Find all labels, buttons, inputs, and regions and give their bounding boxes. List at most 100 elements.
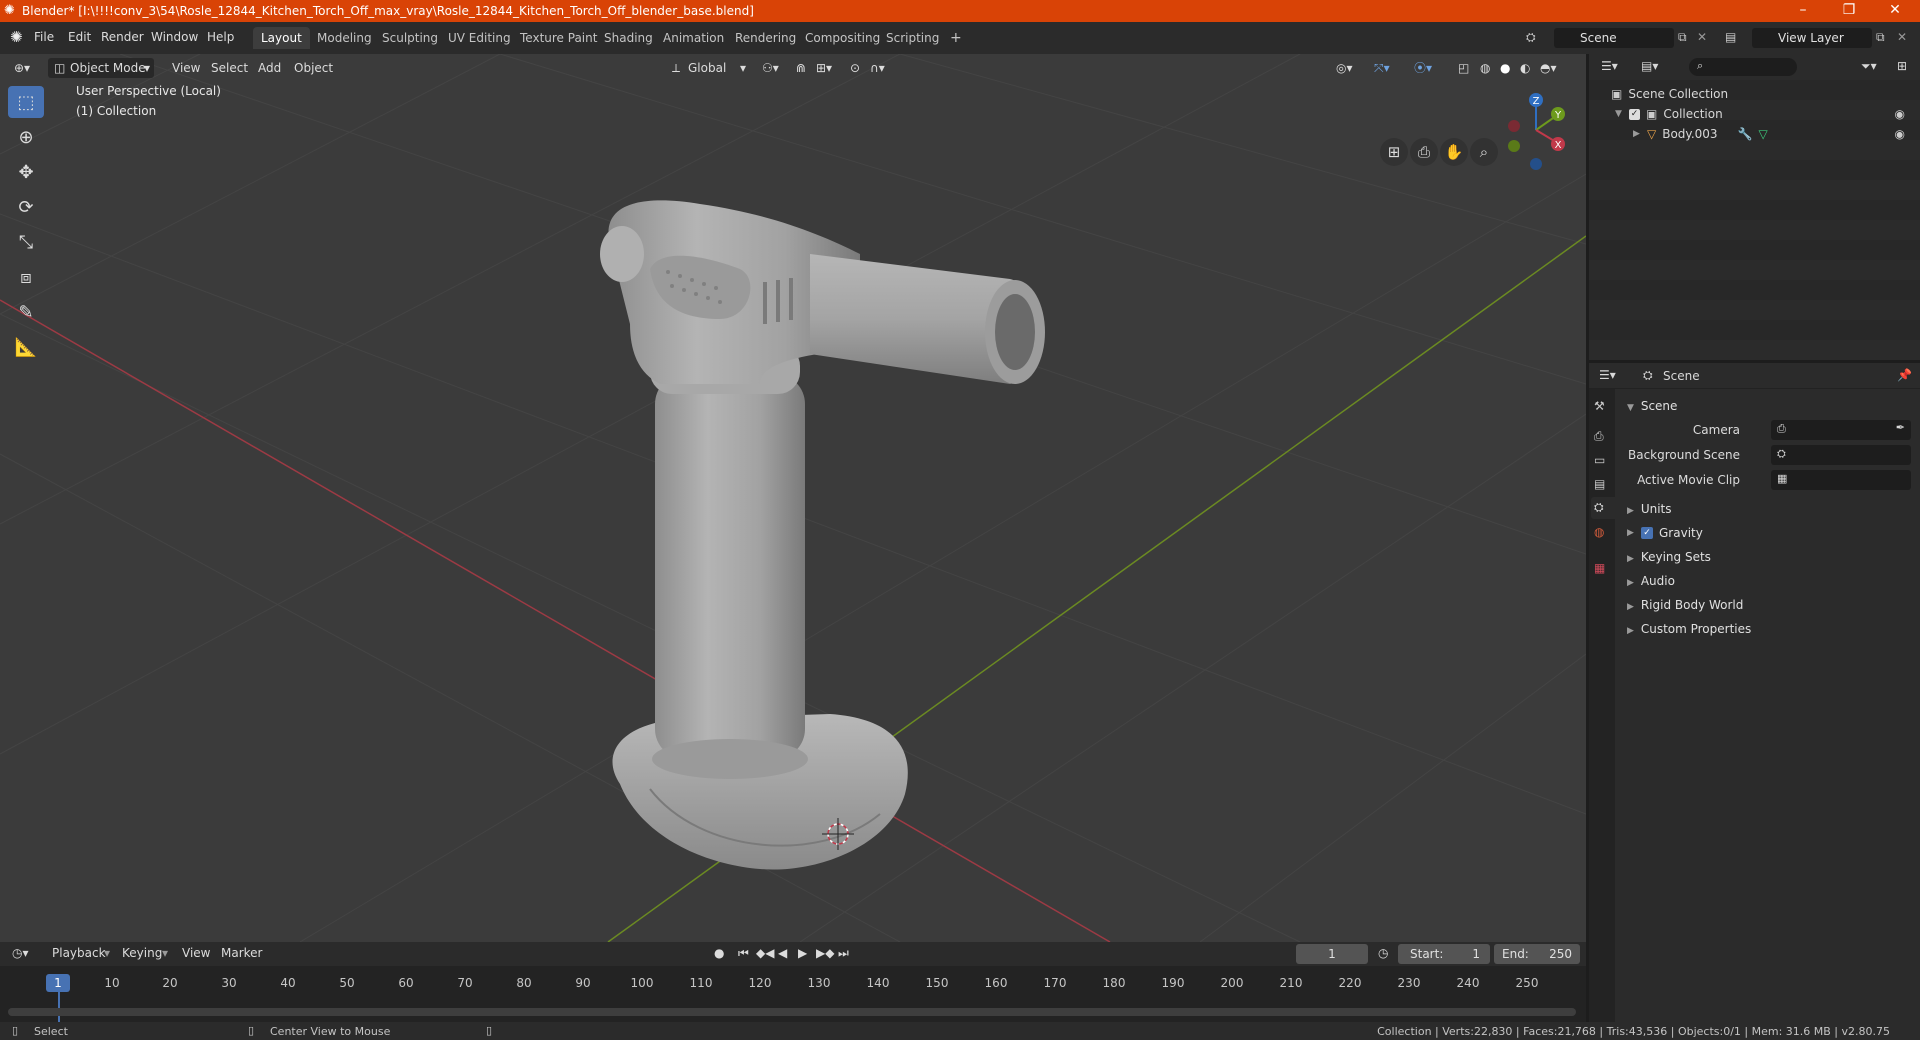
tab-rendering[interactable]: Rendering [727, 27, 804, 49]
close-button[interactable]: ✕ [1872, 0, 1918, 22]
audio-section-header[interactable]: ▶ Audio [1627, 570, 1675, 592]
jump-start-icon[interactable]: ⏮ [738, 946, 749, 961]
viewport-menu-add[interactable]: Add [252, 58, 287, 78]
remove-scene-icon[interactable]: ✕ [1697, 30, 1707, 44]
collection-checkbox[interactable]: ✓ [1629, 108, 1640, 120]
menu-help[interactable]: Help [207, 30, 234, 44]
world-tab-icon[interactable]: ◍ [1594, 525, 1604, 539]
cursor-tool-icon[interactable]: ⊕ [8, 121, 44, 153]
annotate-tool-icon[interactable]: ✎ [8, 296, 44, 328]
tab-texture-paint[interactable]: Texture Paint [512, 27, 605, 49]
preview-range-icon[interactable]: ◷ [1378, 946, 1388, 960]
navigation-gizmo[interactable]: Z Y X [1496, 84, 1576, 174]
timeline-menu-keying[interactable]: Keying [122, 946, 162, 960]
timeline-menu-marker[interactable]: Marker [221, 946, 262, 960]
play-reverse-icon[interactable]: ◀ [778, 946, 787, 960]
units-section-header[interactable]: ▶ Units [1627, 498, 1672, 520]
falloff-icon[interactable]: ∩▾ [864, 58, 891, 78]
xray-icon[interactable]: ◰ [1452, 58, 1475, 78]
snap-icon[interactable]: ⋒ [790, 58, 812, 78]
rotate-tool-icon[interactable]: ⟳ [8, 191, 44, 223]
timeline-editor-type-icon[interactable]: ◷▾ [12, 946, 29, 960]
visibility-icon[interactable]: ◎▾ [1330, 58, 1359, 78]
zoom-view-icon[interactable]: ⌕ [1470, 138, 1498, 166]
texture-tab-icon[interactable]: ▦ [1594, 561, 1605, 575]
filter-icon[interactable]: ⏷▾ [1861, 59, 1877, 74]
menu-file[interactable]: File [34, 30, 54, 44]
tab-sculpting[interactable]: Sculpting [374, 27, 446, 49]
rigid-body-world-section-header[interactable]: ▶ Rigid Body World [1627, 594, 1743, 616]
new-view-layer-icon[interactable]: ⧉ [1876, 30, 1885, 45]
outliner-scene-collection[interactable]: ▣ Scene Collection [1611, 84, 1728, 104]
maximize-button[interactable]: ❐ [1826, 0, 1872, 22]
outliner-search-input[interactable]: ⌕ [1689, 58, 1797, 76]
torch-model[interactable] [600, 200, 1045, 870]
view-layer-tab-icon[interactable]: ▤ [1594, 477, 1605, 491]
gravity-checkbox[interactable]: ✓ [1641, 527, 1653, 539]
keying-sets-section-header[interactable]: ▶ Keying Sets [1627, 546, 1711, 568]
transform-orientation[interactable]: ⟂ Global ▾ [668, 58, 748, 78]
eye-icon[interactable]: ◉ [1895, 107, 1905, 121]
mesh-data-icon[interactable]: ▽ [1759, 127, 1768, 141]
end-frame-field[interactable]: End: 250 [1494, 944, 1580, 964]
view-layer-field[interactable]: View Layer [1752, 28, 1872, 48]
jump-keyframe-forward-icon[interactable]: ▶◆ [816, 946, 834, 960]
play-icon[interactable]: ▶ [798, 946, 807, 960]
new-scene-icon[interactable]: ⧉ [1678, 30, 1687, 45]
record-keyframe-icon[interactable]: ● [714, 946, 724, 960]
tab-animation[interactable]: Animation [655, 27, 732, 49]
timeline-menu-playback[interactable]: Playback [52, 946, 106, 960]
start-frame-field[interactable]: Start: 1 [1398, 944, 1490, 964]
camera-view-icon[interactable]: ⎙ [1410, 138, 1438, 166]
scene-selector-icon[interactable]: ⛭ [1526, 30, 1536, 45]
gravity-section-header[interactable]: ▶ ✓ Gravity [1627, 522, 1703, 544]
view-layer-icon[interactable]: ▤ [1725, 30, 1736, 44]
rendered-shading-icon[interactable]: ◓▾ [1534, 58, 1563, 78]
toggle-camera-grid-icon[interactable]: ⊞ [1380, 138, 1408, 166]
jump-keyframe-back-icon[interactable]: ◆◀ [756, 946, 774, 960]
scale-tool-icon[interactable]: ⤡ [8, 226, 44, 258]
pin-icon[interactable]: 📌 [1897, 368, 1912, 382]
output-tab-icon[interactable]: ▭ [1594, 453, 1605, 467]
scene-section-header[interactable]: ▼ Scene [1627, 395, 1677, 417]
timeline-menu-view[interactable]: View [182, 946, 210, 960]
tab-shading[interactable]: Shading [596, 27, 661, 49]
select-box-tool-icon[interactable]: ⬚ [8, 86, 44, 118]
proportional-edit-icon[interactable]: ⊙ [844, 58, 866, 78]
custom-properties-section-header[interactable]: ▶ Custom Properties [1627, 618, 1751, 640]
pan-view-icon[interactable]: ✋ [1440, 138, 1468, 166]
outliner-object-row[interactable]: ▶ ▽ Body.003 🔧 ▽ ◉ [1633, 124, 1915, 144]
timeline-scrollbar[interactable] [8, 1008, 1576, 1016]
modifier-wrench-icon[interactable]: 🔧 [1738, 127, 1753, 141]
new-collection-icon[interactable]: ⊞ [1897, 59, 1907, 73]
overlay-toggle-icon[interactable]: ⦿▾ [1408, 58, 1438, 78]
menu-render[interactable]: Render [101, 30, 144, 44]
outliner-editor-type-icon[interactable]: ☰▾ [1601, 59, 1618, 73]
move-tool-icon[interactable]: ✥ [8, 156, 44, 188]
gizmo-toggle-icon[interactable]: ⤧▾ [1368, 58, 1396, 78]
timeline-editor[interactable]: ◷▾ Playback ▾ Keying ▾ View Marker ● ⏮ ◆… [0, 942, 1586, 1022]
viewport-menu-select[interactable]: Select [205, 58, 254, 78]
pivot-point-icon[interactable]: ⚇▾ [756, 58, 785, 78]
background-scene-field[interactable]: ⛭ [1771, 445, 1911, 465]
expand-triangle-icon[interactable]: ▶ [1633, 129, 1643, 139]
mode-selector[interactable]: ◫ Object Mode ▾ [48, 58, 154, 78]
expand-triangle-icon[interactable]: ▼ [1615, 109, 1625, 119]
outliner-collection[interactable]: ▼ ✓ ▣ Collection ◉ [1615, 104, 1915, 124]
3d-viewport[interactable]: ⊕▾ ◫ Object Mode ▾ View Select Add Objec… [0, 54, 1586, 942]
viewport-menu-object[interactable]: Object [288, 58, 339, 78]
transform-tool-icon[interactable]: ⧈ [8, 261, 44, 293]
eyedropper-icon[interactable]: ✒ [1896, 421, 1905, 434]
display-mode-icon[interactable]: ▤▾ [1641, 59, 1658, 73]
tab-modeling[interactable]: Modeling [309, 27, 380, 49]
timeline-frames[interactable]: 1 10 20 30 40 50 60 70 80 90 100 110 120… [0, 966, 1586, 1022]
tab-compositing[interactable]: Compositing [797, 27, 888, 49]
properties-editor-type-icon[interactable]: ☰▾ [1599, 368, 1616, 382]
current-frame-field[interactable]: 1 [1296, 944, 1368, 964]
eye-icon[interactable]: ◉ [1895, 127, 1905, 141]
menu-window[interactable]: Window [151, 30, 198, 44]
menu-edit[interactable]: Edit [68, 30, 91, 44]
render-tab-icon[interactable]: ⎙ [1594, 429, 1604, 444]
tab-scripting[interactable]: Scripting [878, 27, 947, 49]
active-movie-clip-field[interactable]: ▦ [1771, 470, 1911, 490]
